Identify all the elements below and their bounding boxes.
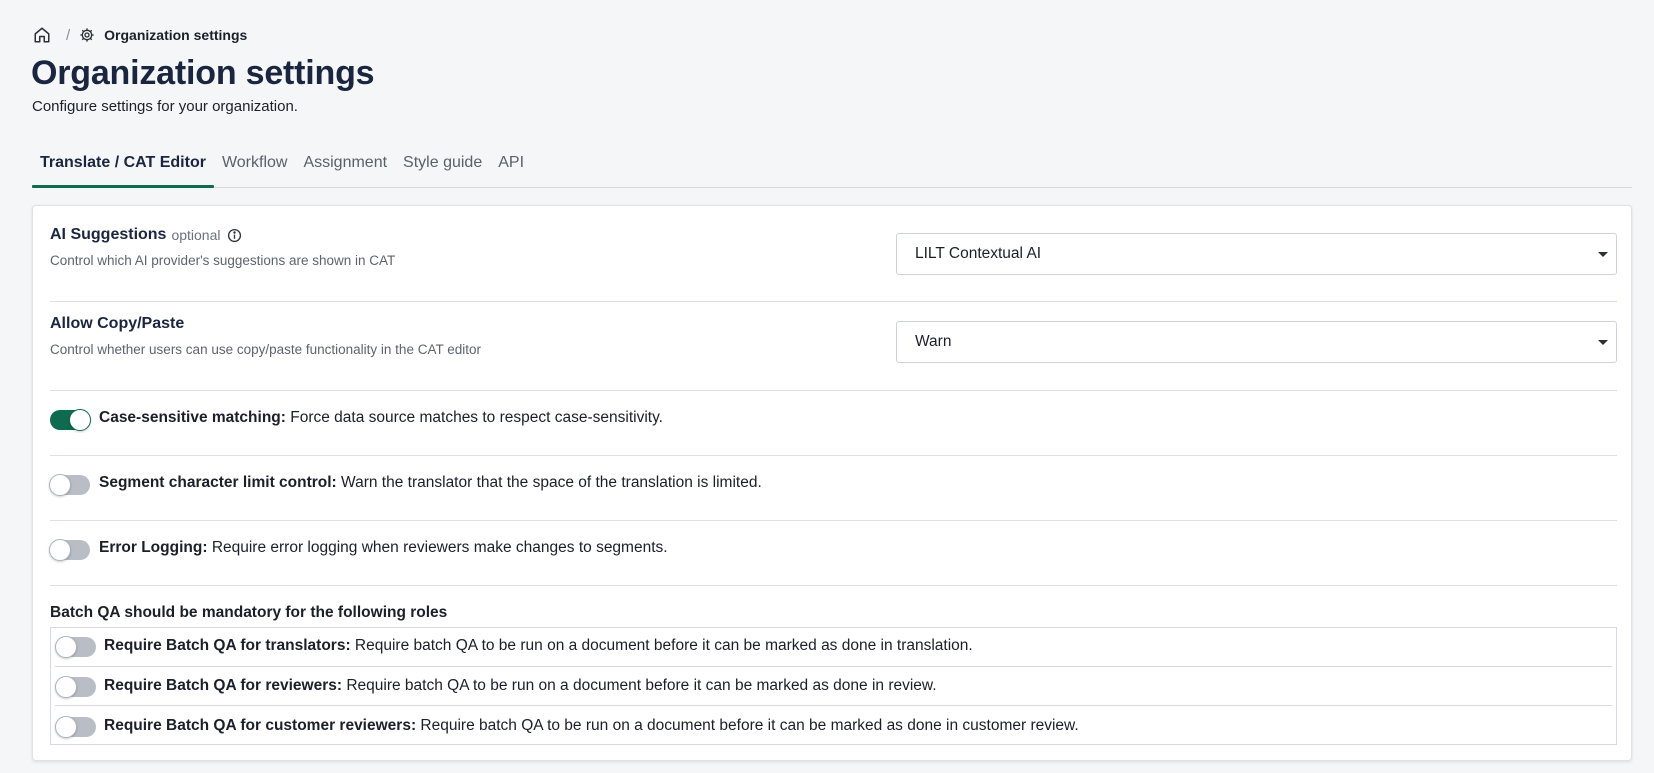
segment-limit-toggle[interactable] xyxy=(49,474,90,496)
tab-api[interactable]: API xyxy=(490,140,532,187)
segment-limit-description: Warn the translator that the space of th… xyxy=(341,474,762,491)
tab-workflow[interactable]: Workflow xyxy=(214,140,296,187)
copy-paste-description: Control whether users can use copy/paste… xyxy=(50,342,481,357)
optional-tag: optional xyxy=(171,227,221,243)
batch-qa-reviewers-label: Require Batch QA for reviewers: xyxy=(104,677,343,694)
case-sensitive-text: Case-sensitive matching: Force data sour… xyxy=(99,409,663,427)
ai-suggestions-label: AI Suggestions xyxy=(50,226,167,243)
batch-qa-reviewers-text: Require Batch QA for reviewers: Require … xyxy=(104,677,937,695)
case-sensitive-row: Case-sensitive matching: Force data sour… xyxy=(50,391,1617,456)
batch-qa-customer-reviewers-label: Require Batch QA for customer reviewers: xyxy=(104,717,417,734)
home-icon[interactable] xyxy=(32,25,52,45)
chevron-down-icon xyxy=(1598,252,1608,257)
toggle-knob xyxy=(69,409,91,431)
toggle-knob xyxy=(49,474,71,496)
batch-qa-translators-text: Require Batch QA for translators: Requir… xyxy=(104,637,973,655)
page-title: Organization settings xyxy=(31,54,375,92)
ai-suggestions-row: AI Suggestions optional Control which AI… xyxy=(50,206,1617,302)
tab-assignment[interactable]: Assignment xyxy=(295,140,395,187)
batch-qa-reviewers-toggle[interactable] xyxy=(55,676,96,698)
breadcrumb-current: Organization settings xyxy=(104,27,248,43)
toggle-knob xyxy=(55,636,77,658)
settings-tabs: Translate / CAT Editor Workflow Assignme… xyxy=(32,140,1632,188)
toggle-knob xyxy=(49,539,71,561)
case-sensitive-description: Force data source matches to respect cas… xyxy=(290,409,663,426)
batch-qa-heading: Batch QA should be mandatory for the fol… xyxy=(50,604,448,621)
batch-qa-customer-reviewers-toggle[interactable] xyxy=(55,716,96,738)
error-logging-row: Error Logging: Require error logging whe… xyxy=(49,521,1617,586)
error-logging-toggle[interactable] xyxy=(49,539,90,561)
breadcrumb: / Organization settings xyxy=(32,24,247,46)
batch-qa-customer-reviewers-description: Require batch QA to be run on a document… xyxy=(420,717,1079,734)
batch-qa-translators-row: Require Batch QA for translators: Requir… xyxy=(51,628,1616,667)
error-logging-text: Error Logging: Require error logging whe… xyxy=(99,539,668,557)
tab-style-guide[interactable]: Style guide xyxy=(395,140,490,187)
gear-icon xyxy=(78,26,96,44)
error-logging-label: Error Logging: xyxy=(99,539,208,556)
page-subtitle: Configure settings for your organization… xyxy=(32,98,298,115)
batch-qa-group: Require Batch QA for translators: Requir… xyxy=(50,627,1617,745)
tab-translate-cat-editor[interactable]: Translate / CAT Editor xyxy=(32,140,214,188)
copy-paste-row: Allow Copy/Paste Control whether users c… xyxy=(50,302,1617,391)
ai-suggestions-description: Control which AI provider's suggestions … xyxy=(50,253,396,268)
toggle-knob xyxy=(55,676,77,698)
toggle-knob xyxy=(55,716,77,738)
settings-card: AI Suggestions optional Control which AI… xyxy=(32,205,1632,761)
batch-qa-customer-reviewers-text: Require Batch QA for customer reviewers:… xyxy=(104,717,1079,735)
info-icon[interactable] xyxy=(227,228,242,243)
batch-qa-reviewers-description: Require batch QA to be run on a document… xyxy=(346,677,937,694)
copy-paste-select[interactable]: Warn xyxy=(896,321,1617,363)
segment-limit-text: Segment character limit control: Warn th… xyxy=(99,474,762,492)
case-sensitive-toggle[interactable] xyxy=(50,409,91,431)
error-logging-description: Require error logging when reviewers mak… xyxy=(211,539,668,556)
segment-limit-label: Segment character limit control: xyxy=(99,474,337,491)
ai-suggestions-title: AI Suggestions optional xyxy=(50,226,242,244)
chevron-down-icon xyxy=(1598,340,1608,345)
copy-paste-value: Warn xyxy=(915,333,952,350)
ai-provider-select[interactable]: LILT Contextual AI xyxy=(896,233,1617,275)
copy-paste-title: Allow Copy/Paste xyxy=(50,315,185,332)
segment-limit-row: Segment character limit control: Warn th… xyxy=(49,456,1617,521)
case-sensitive-label: Case-sensitive matching: xyxy=(99,409,286,426)
batch-qa-translators-description: Require batch QA to be run on a document… xyxy=(354,637,973,654)
batch-qa-reviewers-row: Require Batch QA for reviewers: Require … xyxy=(51,667,1616,706)
batch-qa-translators-toggle[interactable] xyxy=(55,636,96,658)
ai-provider-value: LILT Contextual AI xyxy=(915,245,1042,262)
batch-qa-customer-reviewers-row: Require Batch QA for customer reviewers:… xyxy=(51,706,1616,745)
breadcrumb-separator: / xyxy=(66,26,71,44)
batch-qa-translators-label: Require Batch QA for translators: xyxy=(104,637,351,654)
